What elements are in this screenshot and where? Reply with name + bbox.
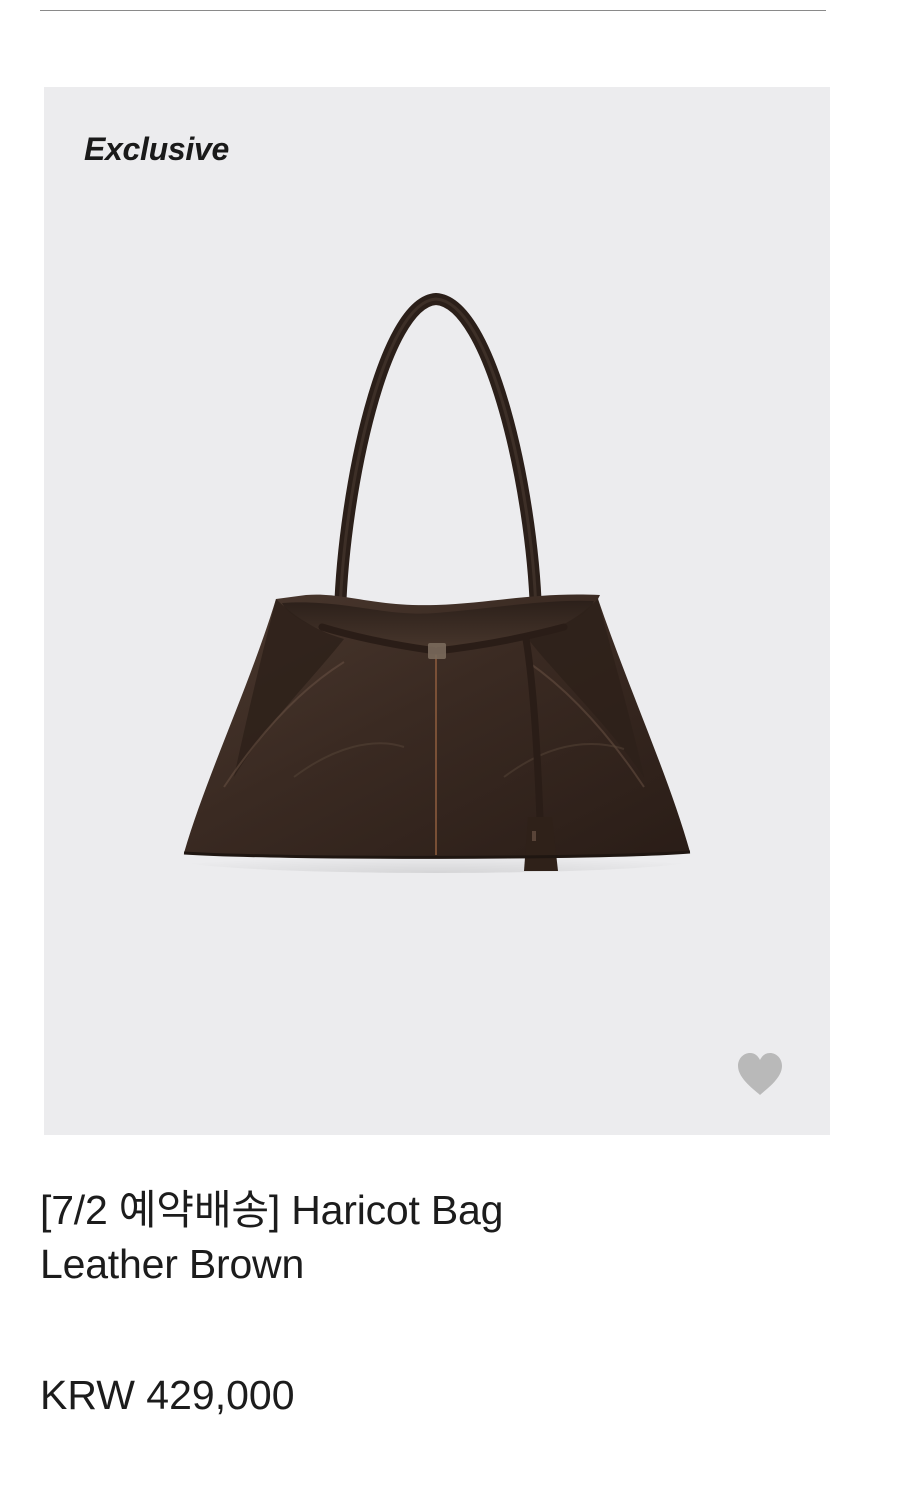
exclusive-badge: Exclusive: [84, 131, 229, 167]
bag-image: [176, 292, 696, 873]
product-card[interactable]: Exclusive [7/2 예약배송] Haricot Bag Leather…: [0, 0, 916, 1500]
heart-icon: [738, 1053, 782, 1095]
product-image[interactable]: Exclusive: [44, 87, 830, 1135]
product-name-line2: Leather Brown: [40, 1241, 305, 1287]
product-price: KRW 429,000: [40, 1372, 295, 1418]
product-name-line1: [7/2 예약배송] Haricot Bag: [40, 1187, 504, 1233]
wishlist-button[interactable]: [734, 1051, 786, 1099]
product-name[interactable]: [7/2 예약배송] Haricot Bag Leather Brown: [40, 1183, 800, 1291]
